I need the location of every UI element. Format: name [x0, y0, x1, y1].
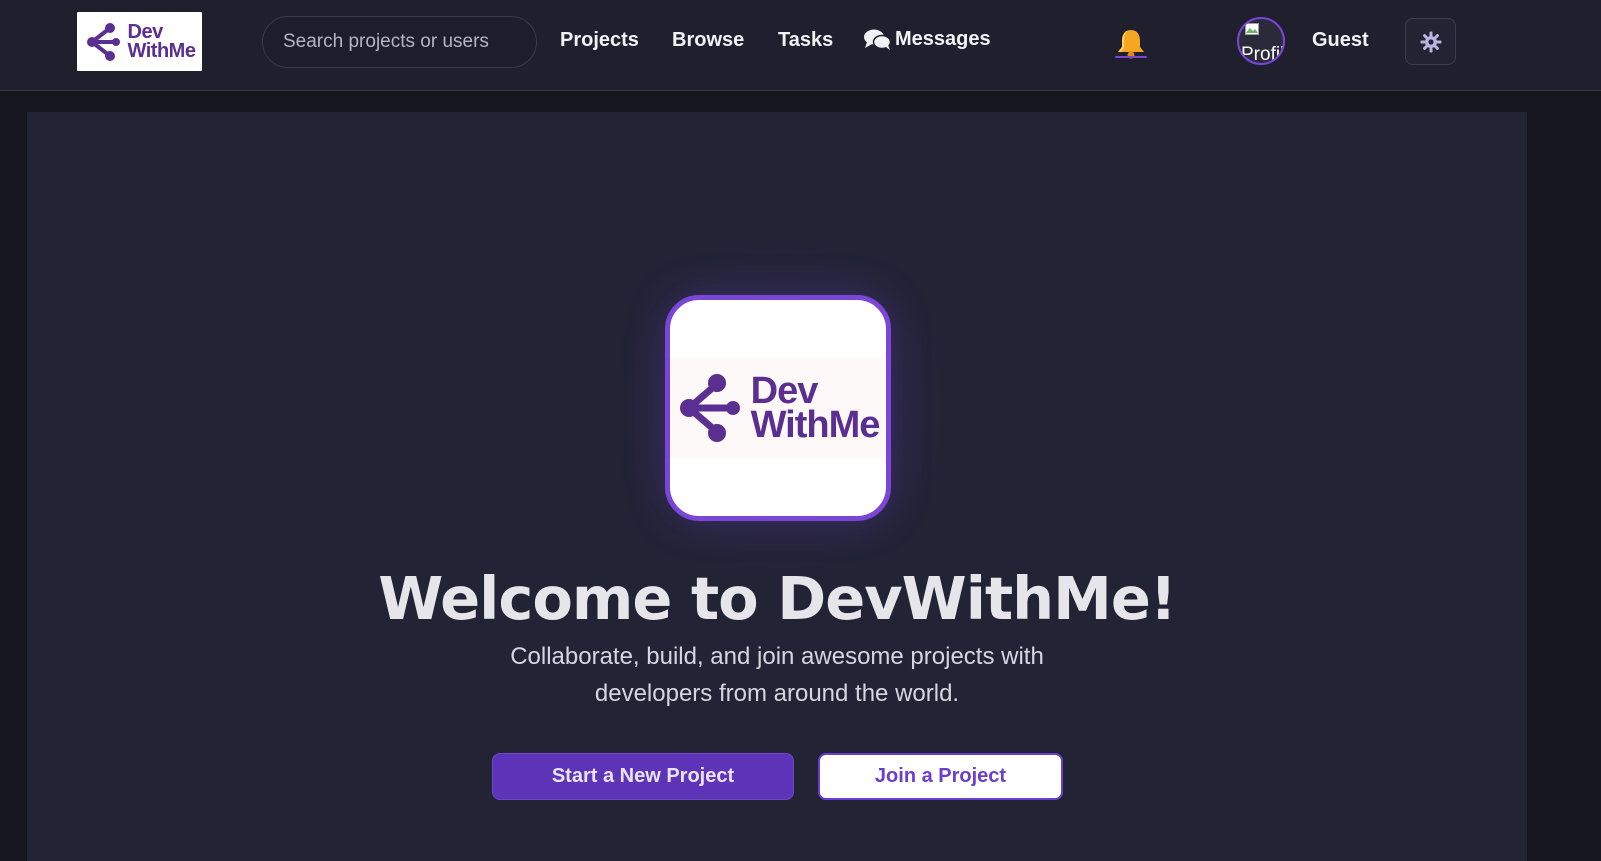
nav-projects[interactable]: Projects	[560, 29, 639, 52]
hero-logo-line1: Dev	[750, 369, 819, 412]
brand-line2: WithMe	[127, 39, 196, 62]
hero-logo-line2: WithMe	[750, 404, 881, 446]
start-new-project-button[interactable]: Start a New Project	[492, 753, 794, 800]
search-input[interactable]	[262, 16, 537, 68]
notifications-button[interactable]	[1112, 26, 1150, 60]
chat-bubbles-icon	[864, 29, 891, 50]
brand-logo-inner: Dev WithMe	[84, 22, 196, 62]
brand-logo-text: Dev WithMe	[127, 21, 196, 62]
bell-icon	[1115, 30, 1147, 59]
nav-messages[interactable]: Messages	[864, 28, 991, 51]
hero-subtitle: Collaborate, build, and join awesome pro…	[477, 638, 1077, 712]
share-network-icon	[86, 22, 120, 61]
broken-image-icon	[1245, 23, 1259, 35]
hero-logo-text: Dev WithMe	[750, 369, 881, 446]
avatar[interactable]: Profil	[1237, 17, 1285, 65]
gear-icon	[1420, 31, 1441, 52]
top-navbar: Dev WithMe Projects Browse Tasks Message…	[0, 0, 1601, 91]
username: Guest	[1312, 29, 1369, 51]
avatar-alt-text: Profil	[1241, 44, 1285, 65]
theme-toggle-button[interactable]	[1405, 18, 1456, 65]
page-title: Welcome to DevWithMe!	[378, 564, 1177, 633]
nav-browse[interactable]: Browse	[672, 29, 744, 52]
nav-messages-label: Messages	[895, 28, 991, 50]
brand-line1: Dev	[127, 21, 164, 44]
hero-logo: Dev WithMe	[665, 295, 891, 521]
join-project-button[interactable]: Join a Project	[818, 753, 1063, 800]
hero-subtitle-line2: developers from around the world.	[594, 680, 960, 707]
brand-logo[interactable]: Dev WithMe	[77, 12, 202, 71]
share-network-icon	[679, 374, 740, 442]
hero-section: Dev WithMe Welcome to DevWithMe! Collabo…	[27, 112, 1527, 861]
hero-subtitle-line1: Collaborate, build, and join awesome pro…	[510, 643, 1044, 670]
hero-logo-band: Dev WithMe	[670, 358, 886, 458]
nav-tasks[interactable]: Tasks	[778, 29, 833, 52]
